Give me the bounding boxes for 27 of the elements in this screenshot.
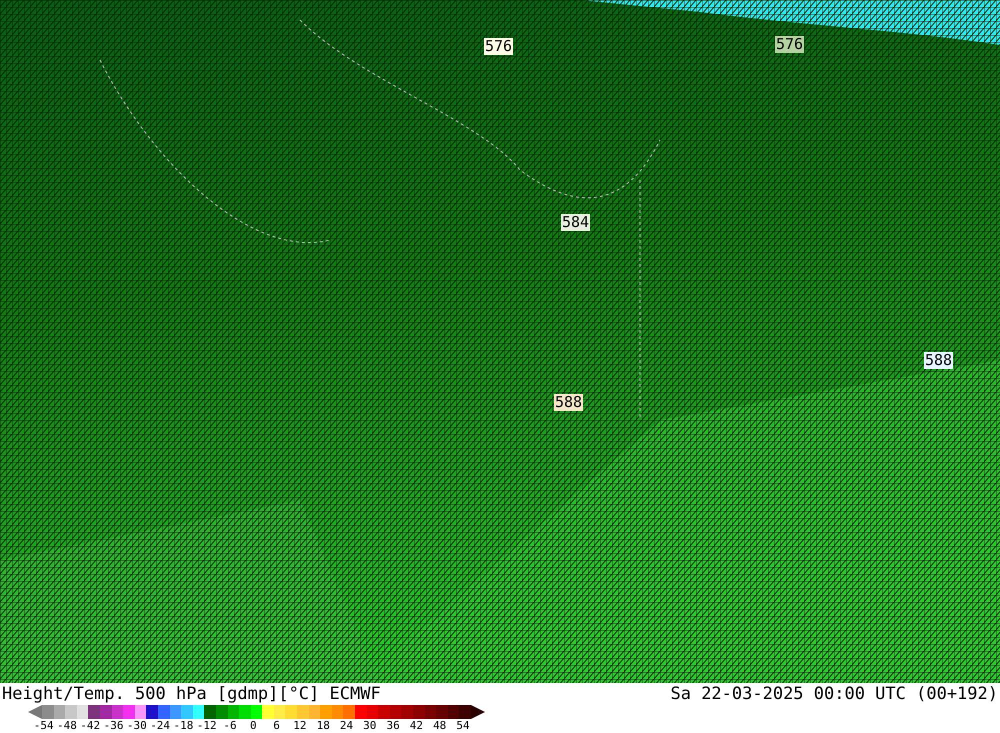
tick-label: 0	[249, 719, 258, 732]
tick-label: -48	[56, 719, 78, 732]
contour-label: 584	[561, 214, 590, 231]
contour-label: 576	[775, 36, 804, 53]
tick-label: -30	[126, 719, 148, 732]
tick-label: 42	[408, 719, 424, 732]
contour-label: 576	[484, 38, 514, 55]
chart-title: Height/Temp. 500 hPa [gdmp][°C] ECMWF	[2, 683, 381, 705]
colorbar-arrow-icon	[470, 705, 485, 719]
valid-time: Sa 22-03-2025 00:00 UTC (00+192)	[670, 683, 998, 705]
contour-label: 588	[554, 394, 584, 411]
tick-label: -18	[172, 719, 194, 732]
tick-label: 48	[432, 719, 448, 732]
tick-label: 6	[272, 719, 281, 732]
tick-label: 24	[338, 719, 354, 732]
contour-label: 588	[924, 352, 954, 369]
tick-label: -12	[196, 719, 218, 732]
tick-label: 18	[316, 719, 331, 732]
tick-label: 12	[292, 719, 308, 732]
tick-label: -6	[222, 719, 238, 732]
tick-label: -42	[79, 719, 102, 732]
tick-label: -36	[102, 719, 124, 732]
tick-label: 30	[362, 719, 378, 732]
tick-label: 36	[385, 719, 401, 732]
tick-label: -24	[149, 719, 172, 732]
tick-label: -54	[32, 719, 55, 732]
tick-label: 54	[455, 719, 471, 732]
